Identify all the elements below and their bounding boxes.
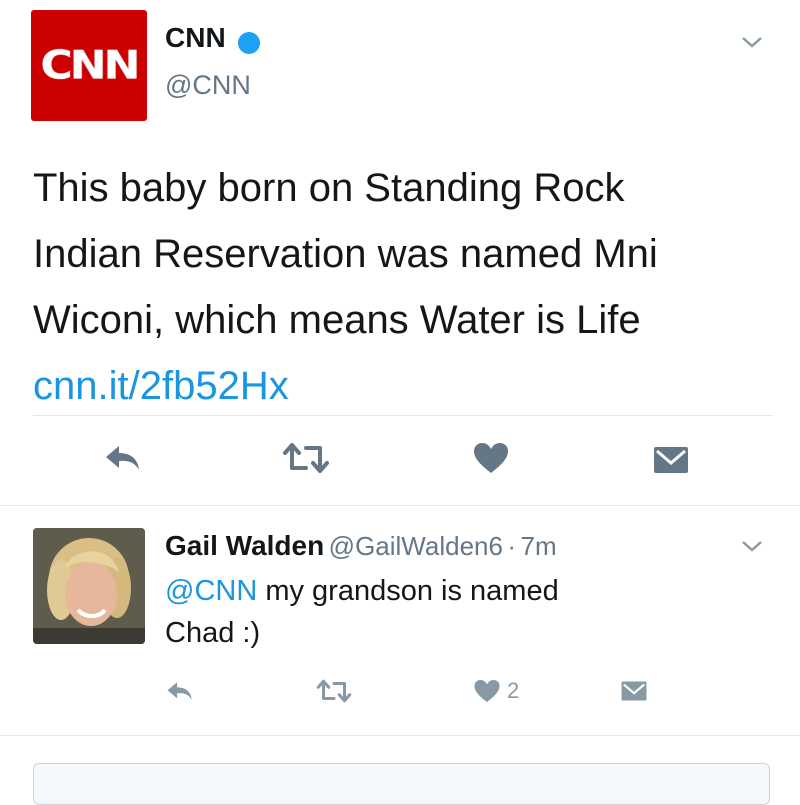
author-handle[interactable]: @CNN <box>165 70 251 101</box>
tweet-author[interactable]: CNN <box>165 22 261 54</box>
meta-separator: · <box>507 531 517 561</box>
tweet-body: This baby born on Standing Rock Indian R… <box>33 155 773 419</box>
chevron-down-icon[interactable] <box>740 34 764 50</box>
reply-text-line: Chad :) <box>165 617 261 649</box>
like-count: 2 <box>507 678 520 703</box>
reply-author-name[interactable]: Gail Walden <box>165 530 324 561</box>
reply-text-line: my grandson is named <box>257 575 559 607</box>
cnn-logo[interactable]: CNN <box>31 10 147 121</box>
verified-badge-icon <box>238 31 261 54</box>
reply-timestamp[interactable]: 7m <box>521 531 557 561</box>
tweet-text-line: Indian Reservation was named Mni <box>33 232 658 276</box>
tweet-text-line: Wiconi, which means Water is Life <box>33 298 641 342</box>
reply-mention[interactable]: @CNN <box>165 575 257 607</box>
cnn-logo-text: CNN <box>40 42 141 89</box>
reply-input[interactable] <box>33 763 770 805</box>
divider <box>33 415 773 416</box>
divider <box>0 735 800 736</box>
avatar-photo <box>33 528 145 644</box>
author-name[interactable]: CNN <box>165 22 226 53</box>
chevron-down-icon[interactable] <box>740 538 764 554</box>
divider <box>0 505 800 506</box>
reply-icon[interactable] <box>165 680 195 702</box>
reply-author-handle[interactable]: @GailWalden6 <box>329 531 503 561</box>
reply-body: @CNN my grandson is named Chad :) <box>165 570 755 654</box>
tweet-text-line: This baby born on Standing Rock <box>33 166 625 210</box>
like-icon[interactable] <box>473 678 501 704</box>
direct-message-icon[interactable] <box>652 445 690 475</box>
reply-icon[interactable] <box>103 443 143 473</box>
avatar[interactable] <box>33 528 145 644</box>
reply-header: Gail Walden @GailWalden6 · 7m <box>165 530 557 562</box>
like-control[interactable]: 2 <box>473 678 519 704</box>
direct-message-icon[interactable] <box>620 680 648 702</box>
retweet-icon[interactable] <box>316 679 352 703</box>
tweet-link[interactable]: cnn.it/2fb52Hx <box>33 353 773 419</box>
like-icon[interactable] <box>472 441 510 475</box>
retweet-icon[interactable] <box>282 442 330 474</box>
